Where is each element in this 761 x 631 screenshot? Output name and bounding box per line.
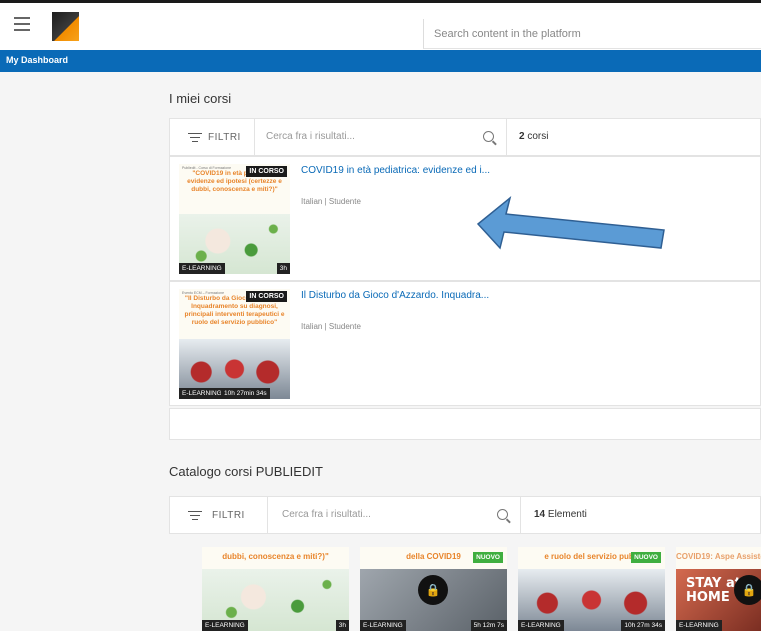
filter-icon[interactable] xyxy=(188,133,202,143)
course-thumbnail[interactable]: Evento ECM – Formazione "Il Disturbo da … xyxy=(179,289,290,399)
divider xyxy=(267,497,268,533)
divider xyxy=(506,119,507,155)
arrow-shape xyxy=(476,195,665,250)
catalog-card[interactable]: dubbi, conoscenza e miti?)" E-LEARNING 3… xyxy=(202,547,349,631)
catalog-count: 14 Elementi xyxy=(534,509,587,520)
course-row[interactable]: Publiedit - Corso di Formazione "COVID19… xyxy=(169,156,761,281)
course-thumbnail[interactable]: Publiedit - Corso di Formazione "COVID19… xyxy=(179,164,290,274)
catalog-card[interactable]: COVID19: Aspe Assistenziali e P STAY at … xyxy=(676,547,761,631)
catalog-title: Catalogo corsi PUBLIEDIT xyxy=(169,464,323,479)
type-badge: E-LEARNING xyxy=(676,620,722,631)
new-badge: NUOVO xyxy=(473,552,503,563)
divider xyxy=(520,497,521,533)
catalog-card[interactable]: e ruolo del servizio pubb NUOVO E-LEARNI… xyxy=(518,547,665,631)
card-header: COVID19: Aspe Assistenziali e P xyxy=(676,547,761,569)
type-badge: E-LEARNING xyxy=(179,388,225,399)
course-meta: Italian | Studente xyxy=(301,322,361,331)
status-badge: IN CORSO xyxy=(246,291,287,302)
my-courses-filter-bar: FILTRI Cerca fra i risultati... 2 corsi xyxy=(169,118,761,156)
duration-badge: 10h 27m 34s xyxy=(621,620,665,631)
lock-icon: 🔒 xyxy=(734,575,761,605)
type-badge: E-LEARNING xyxy=(518,620,564,631)
course-title-link[interactable]: COVID19 in età pediatrica: evidenze ed i… xyxy=(301,165,490,176)
type-badge: E-LEARNING xyxy=(360,620,406,631)
catalog-cards: dubbi, conoscenza e miti?)" E-LEARNING 3… xyxy=(169,541,761,631)
filter-button[interactable]: FILTRI xyxy=(212,510,245,521)
new-badge: NUOVO xyxy=(631,552,661,563)
annotation-arrow-icon xyxy=(476,195,665,250)
platform-logo[interactable] xyxy=(52,12,79,41)
filter-icon[interactable] xyxy=(188,511,202,521)
menu-icon[interactable] xyxy=(14,17,30,31)
course-title-link[interactable]: Il Disturbo da Gioco d'Azzardo. Inquadra… xyxy=(301,290,489,301)
type-badge: E-LEARNING xyxy=(202,620,248,631)
duration-badge: 3h xyxy=(276,263,290,274)
card-header: dubbi, conoscenza e miti?)" xyxy=(202,547,349,569)
duration-badge: 10h 27min 34s xyxy=(221,388,270,399)
course-meta: Italian | Studente xyxy=(301,197,361,206)
filter-button[interactable]: FILTRI xyxy=(208,132,241,143)
lock-icon: 🔒 xyxy=(418,575,448,605)
dashboard-bar: My Dashboard xyxy=(0,50,761,72)
duration-badge: 3h xyxy=(335,620,349,631)
my-courses-search-input[interactable]: Cerca fra i risultati... xyxy=(266,131,355,142)
divider xyxy=(254,119,255,155)
my-courses-title: I miei corsi xyxy=(169,91,232,106)
my-courses-count: 2 corsi xyxy=(519,131,549,142)
platform-search-input[interactable]: Search content in the platform xyxy=(423,19,761,49)
list-footer xyxy=(169,408,761,440)
search-icon[interactable] xyxy=(483,131,494,142)
search-icon[interactable] xyxy=(497,509,508,520)
duration-badge: 5h 12m 7s xyxy=(470,620,507,631)
dashboard-title[interactable]: My Dashboard xyxy=(6,55,68,65)
catalog-search-input[interactable]: Cerca fra i risultati... xyxy=(282,509,371,520)
status-badge: IN CORSO xyxy=(246,166,287,177)
top-bar: Search content in the platform xyxy=(0,0,761,50)
catalog-card[interactable]: della COVID19 NUOVO 🔒 E-LEARNING 5h 12m … xyxy=(360,547,507,631)
course-row[interactable]: Evento ECM – Formazione "Il Disturbo da … xyxy=(169,281,761,406)
type-badge: E-LEARNING xyxy=(179,263,225,274)
catalog-filter-bar: FILTRI Cerca fra i risultati... 14 Eleme… xyxy=(169,496,761,534)
